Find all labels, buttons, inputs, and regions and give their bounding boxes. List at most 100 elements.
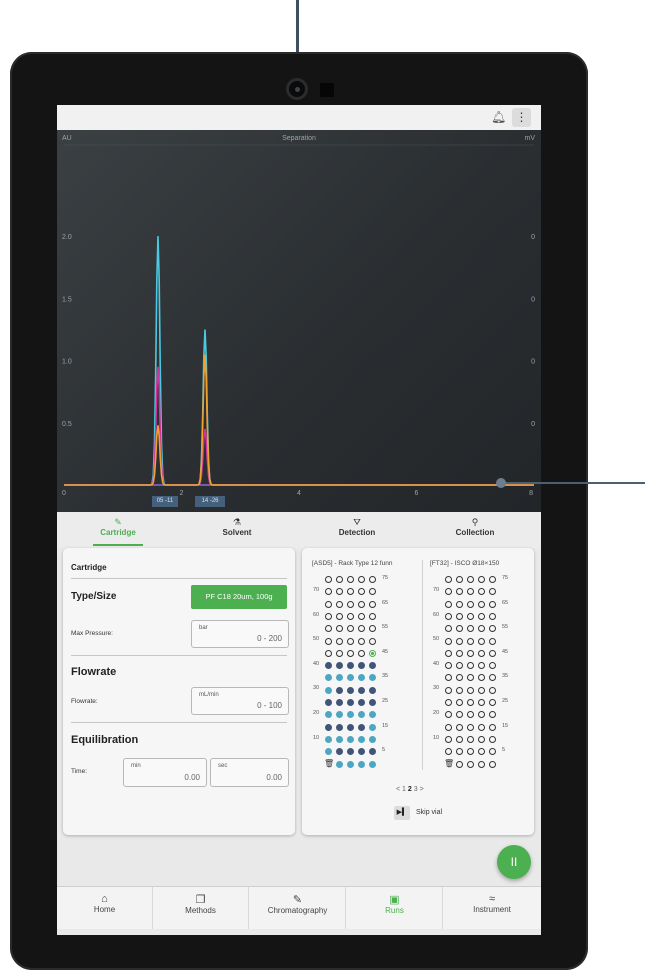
rack-right-vial[interactable]	[445, 674, 452, 682]
rack-left-vial[interactable]	[347, 686, 354, 694]
rack-right-vial[interactable]	[478, 588, 485, 596]
rack-right-vial[interactable]	[456, 612, 463, 620]
rack-right-vial[interactable]	[467, 600, 474, 608]
rack-left-vial[interactable]	[358, 625, 365, 633]
rack-left-vial[interactable]	[325, 649, 332, 657]
rack-right-vial[interactable]	[445, 576, 452, 583]
rack-right-vial[interactable]	[467, 612, 474, 620]
trash-icon[interactable]: 🗑︎	[324, 759, 334, 768]
rack-right-vial[interactable]	[489, 674, 496, 682]
rack-left-vial[interactable]	[336, 625, 343, 633]
rack-left-vial[interactable]	[347, 637, 354, 645]
rack-right-vial[interactable]	[467, 674, 474, 682]
rack-left-vial[interactable]	[369, 649, 376, 657]
rack-left-vial[interactable]	[369, 662, 376, 670]
rack-right-vial[interactable]	[467, 662, 474, 670]
rack-right-vial[interactable]	[489, 735, 496, 743]
rack-right-vial[interactable]	[467, 748, 474, 756]
rack-right-vial[interactable]	[456, 723, 463, 731]
equilibration-sec-field[interactable]: sec 0.00	[210, 758, 289, 787]
rack-right-vial[interactable]	[489, 699, 496, 706]
rack-left-vial[interactable]	[369, 588, 376, 596]
rack-left-vial[interactable]	[358, 686, 365, 694]
rack-left-vial[interactable]	[358, 637, 365, 645]
rack-right-vial[interactable]	[467, 686, 474, 694]
rack-right-vial[interactable]	[456, 662, 463, 670]
rack-left-vial[interactable]	[347, 662, 354, 670]
rack-right-vial[interactable]	[467, 625, 474, 633]
flowrate-field[interactable]: mL/min 0 - 100	[191, 687, 289, 715]
bell-icon[interactable]: 🔔︎	[491, 110, 506, 124]
rack-right-vial[interactable]	[467, 723, 474, 731]
rack-right-vial[interactable]	[445, 662, 452, 670]
rack-right-vial[interactable]	[467, 576, 474, 583]
pager-page[interactable]: 3	[414, 786, 418, 793]
rack-right-vial[interactable]	[456, 735, 463, 743]
rack-right-vial[interactable]	[456, 649, 463, 657]
rack-left-vial[interactable]	[369, 674, 376, 682]
rack-left-vial[interactable]	[358, 699, 365, 706]
rack-right-vial[interactable]	[478, 686, 485, 694]
rack-left-vial[interactable]	[325, 625, 332, 633]
rack-right-vial[interactable]	[489, 686, 496, 694]
rack-left-vial[interactable]	[369, 637, 376, 645]
rack-left-vial[interactable]	[358, 748, 365, 756]
rack-left-vial[interactable]	[347, 612, 354, 620]
rack-left-vial[interactable]	[336, 576, 343, 583]
rack-left-vial[interactable]	[358, 711, 365, 719]
rack-right-vial[interactable]	[478, 662, 485, 670]
rack-right-vial[interactable]	[478, 723, 485, 731]
rack-right-vial[interactable]	[489, 600, 496, 608]
rack-right-vial[interactable]	[489, 588, 496, 596]
rack-right-vial[interactable]	[456, 711, 463, 719]
rack-left-vial[interactable]	[336, 612, 343, 620]
rack-right-vial[interactable]	[456, 686, 463, 694]
rack-right-vial[interactable]	[478, 711, 485, 719]
rack-right-vial[interactable]	[445, 637, 452, 645]
rack-left-vial[interactable]	[336, 699, 343, 706]
rack-right-vial[interactable]	[445, 723, 452, 731]
rack-right-vial[interactable]	[445, 699, 452, 706]
tab-collection[interactable]: ⚲ Collection	[447, 512, 503, 548]
more-vert-icon[interactable]: ⋮	[512, 108, 531, 127]
rack-right-vial[interactable]	[467, 760, 474, 768]
rack-right-vial[interactable]	[489, 711, 496, 719]
rack-left-vial[interactable]	[325, 637, 332, 645]
rack-right-vial[interactable]	[467, 699, 474, 706]
rack-left-vial[interactable]	[336, 735, 343, 743]
rack-right-vial[interactable]	[489, 576, 496, 583]
equilibration-min-field[interactable]: min 0.00	[123, 758, 207, 787]
rack-left-vial[interactable]	[325, 600, 332, 608]
rack-left-vial[interactable]	[369, 600, 376, 608]
rack-left-vial[interactable]	[325, 735, 332, 743]
rack-right-vial[interactable]	[489, 760, 496, 768]
skip-vial-button[interactable]: ▶︎▍	[394, 806, 410, 820]
rack-left-vial[interactable]	[325, 748, 332, 756]
rack-left-vial[interactable]	[358, 674, 365, 682]
rack-left-vial[interactable]	[347, 625, 354, 633]
rack-right-vial[interactable]	[456, 748, 463, 756]
rack-right-vial[interactable]	[467, 711, 474, 719]
rack-left-vial[interactable]	[369, 723, 376, 731]
rack-left-vial[interactable]	[358, 588, 365, 596]
rack-right-vial[interactable]	[489, 723, 496, 731]
rack-left-vial[interactable]	[325, 699, 332, 706]
rack-left-vial[interactable]	[369, 711, 376, 719]
rack-left-vial[interactable]	[336, 649, 343, 657]
rack-left-vial[interactable]	[347, 649, 354, 657]
rack-left-vial[interactable]	[347, 748, 354, 756]
nav-methods[interactable]: ❐ Methods	[153, 887, 249, 929]
max-pressure-field[interactable]: bar 0 - 200	[191, 620, 289, 648]
rack-left-vial[interactable]	[347, 600, 354, 608]
rack-right-vial[interactable]	[467, 649, 474, 657]
nav-home[interactable]: ⌂ Home	[57, 887, 153, 929]
rack-left-vial[interactable]	[358, 662, 365, 670]
rack-right-vial[interactable]	[445, 588, 452, 596]
rack-left-vial[interactable]	[347, 723, 354, 731]
rack-left-vial[interactable]	[347, 735, 354, 743]
rack-right-vial[interactable]	[456, 760, 463, 768]
rack-right-vial[interactable]	[456, 576, 463, 583]
rack-right-vial[interactable]	[478, 735, 485, 743]
rack-right-vial[interactable]	[445, 649, 452, 657]
rack-right-vial[interactable]	[489, 612, 496, 620]
